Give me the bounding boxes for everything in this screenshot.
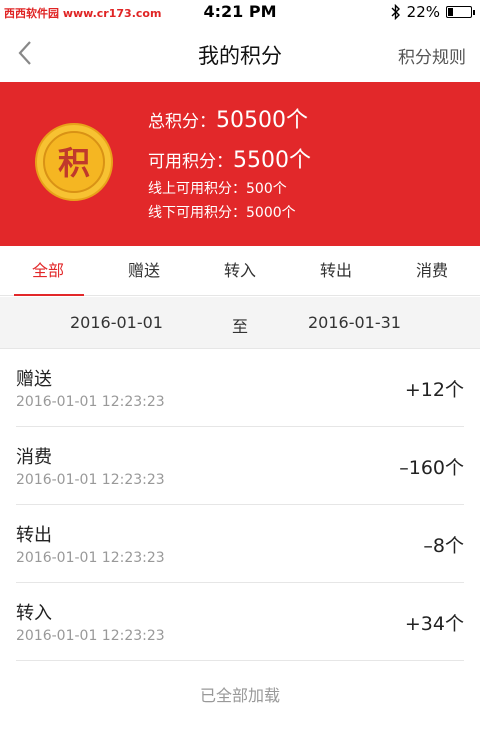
tab-consume[interactable]: 消费 (384, 246, 480, 296)
status-right: 22% (391, 3, 475, 21)
tab-transfer-out[interactable]: 转出 (288, 246, 384, 296)
points-summary-banner: 积 总积分：50500个 可用积分：5500个 线上可用积分：500个 线下可用… (0, 82, 480, 246)
record-amount: +34个 (404, 613, 464, 635)
list-item[interactable]: 转出 2016-01-01 12:23:23 –8个 (16, 505, 464, 583)
list-item[interactable]: 赠送 2016-01-01 12:23:23 +12个 (16, 349, 464, 427)
points-coin-icon: 积 (35, 123, 113, 201)
record-time: 2016-01-01 12:23:23 (16, 472, 165, 488)
date-range-bar: 2016-01-01 至 2016-01-31 (0, 297, 480, 349)
active-tab-indicator (14, 294, 84, 296)
start-date[interactable]: 2016-01-01 (70, 313, 163, 332)
record-amount: –160个 (399, 457, 464, 479)
tab-all[interactable]: 全部 (0, 246, 96, 296)
battery-fill (448, 8, 453, 16)
filter-tabs: 全部 赠送 转入 转出 消费 (0, 246, 480, 296)
online-points: 线上可用积分：500个 (148, 181, 287, 197)
record-type: 转入 (16, 603, 52, 624)
list-item[interactable]: 消费 2016-01-01 12:23:23 –160个 (16, 427, 464, 505)
all-loaded-text: 已全部加载 (199, 686, 280, 705)
record-type: 消费 (16, 447, 52, 468)
points-rules-link[interactable]: 积分规则 (398, 43, 466, 68)
available-points-value: 5500个 (233, 148, 311, 173)
svg-text:积: 积 (58, 144, 90, 182)
total-points-label: 总积分： (148, 112, 216, 132)
record-amount: –8个 (423, 535, 464, 557)
battery-percent: 22% (406, 3, 440, 21)
points-records-list: 赠送 2016-01-01 12:23:23 +12个 消费 2016-01-0… (0, 349, 480, 661)
tab-gift[interactable]: 赠送 (96, 246, 192, 296)
bluetooth-icon (391, 4, 400, 20)
tab-transfer-in[interactable]: 转入 (192, 246, 288, 296)
record-type: 转出 (16, 525, 52, 546)
available-points-label: 可用积分： (148, 152, 233, 172)
total-points: 总积分：50500个 (148, 102, 308, 134)
status-bar: 西西软件园 www.cr173.com 4:21 PM 22% (0, 0, 480, 24)
battery-icon (446, 6, 475, 18)
date-separator: 至 (232, 317, 249, 336)
total-points-value: 50500个 (216, 108, 308, 133)
record-time: 2016-01-01 12:23:23 (16, 628, 165, 644)
available-points: 可用积分：5500个 (148, 142, 311, 174)
end-date[interactable]: 2016-01-31 (308, 313, 401, 332)
offline-points: 线下可用积分：5000个 (148, 205, 296, 221)
record-type: 赠送 (16, 369, 52, 390)
record-time: 2016-01-01 12:23:23 (16, 394, 165, 410)
nav-bar: 我的积分 积分规则 (0, 24, 480, 82)
list-item[interactable]: 转入 2016-01-01 12:23:23 +34个 (16, 583, 464, 661)
record-time: 2016-01-01 12:23:23 (16, 550, 165, 566)
record-amount: +12个 (404, 379, 464, 401)
